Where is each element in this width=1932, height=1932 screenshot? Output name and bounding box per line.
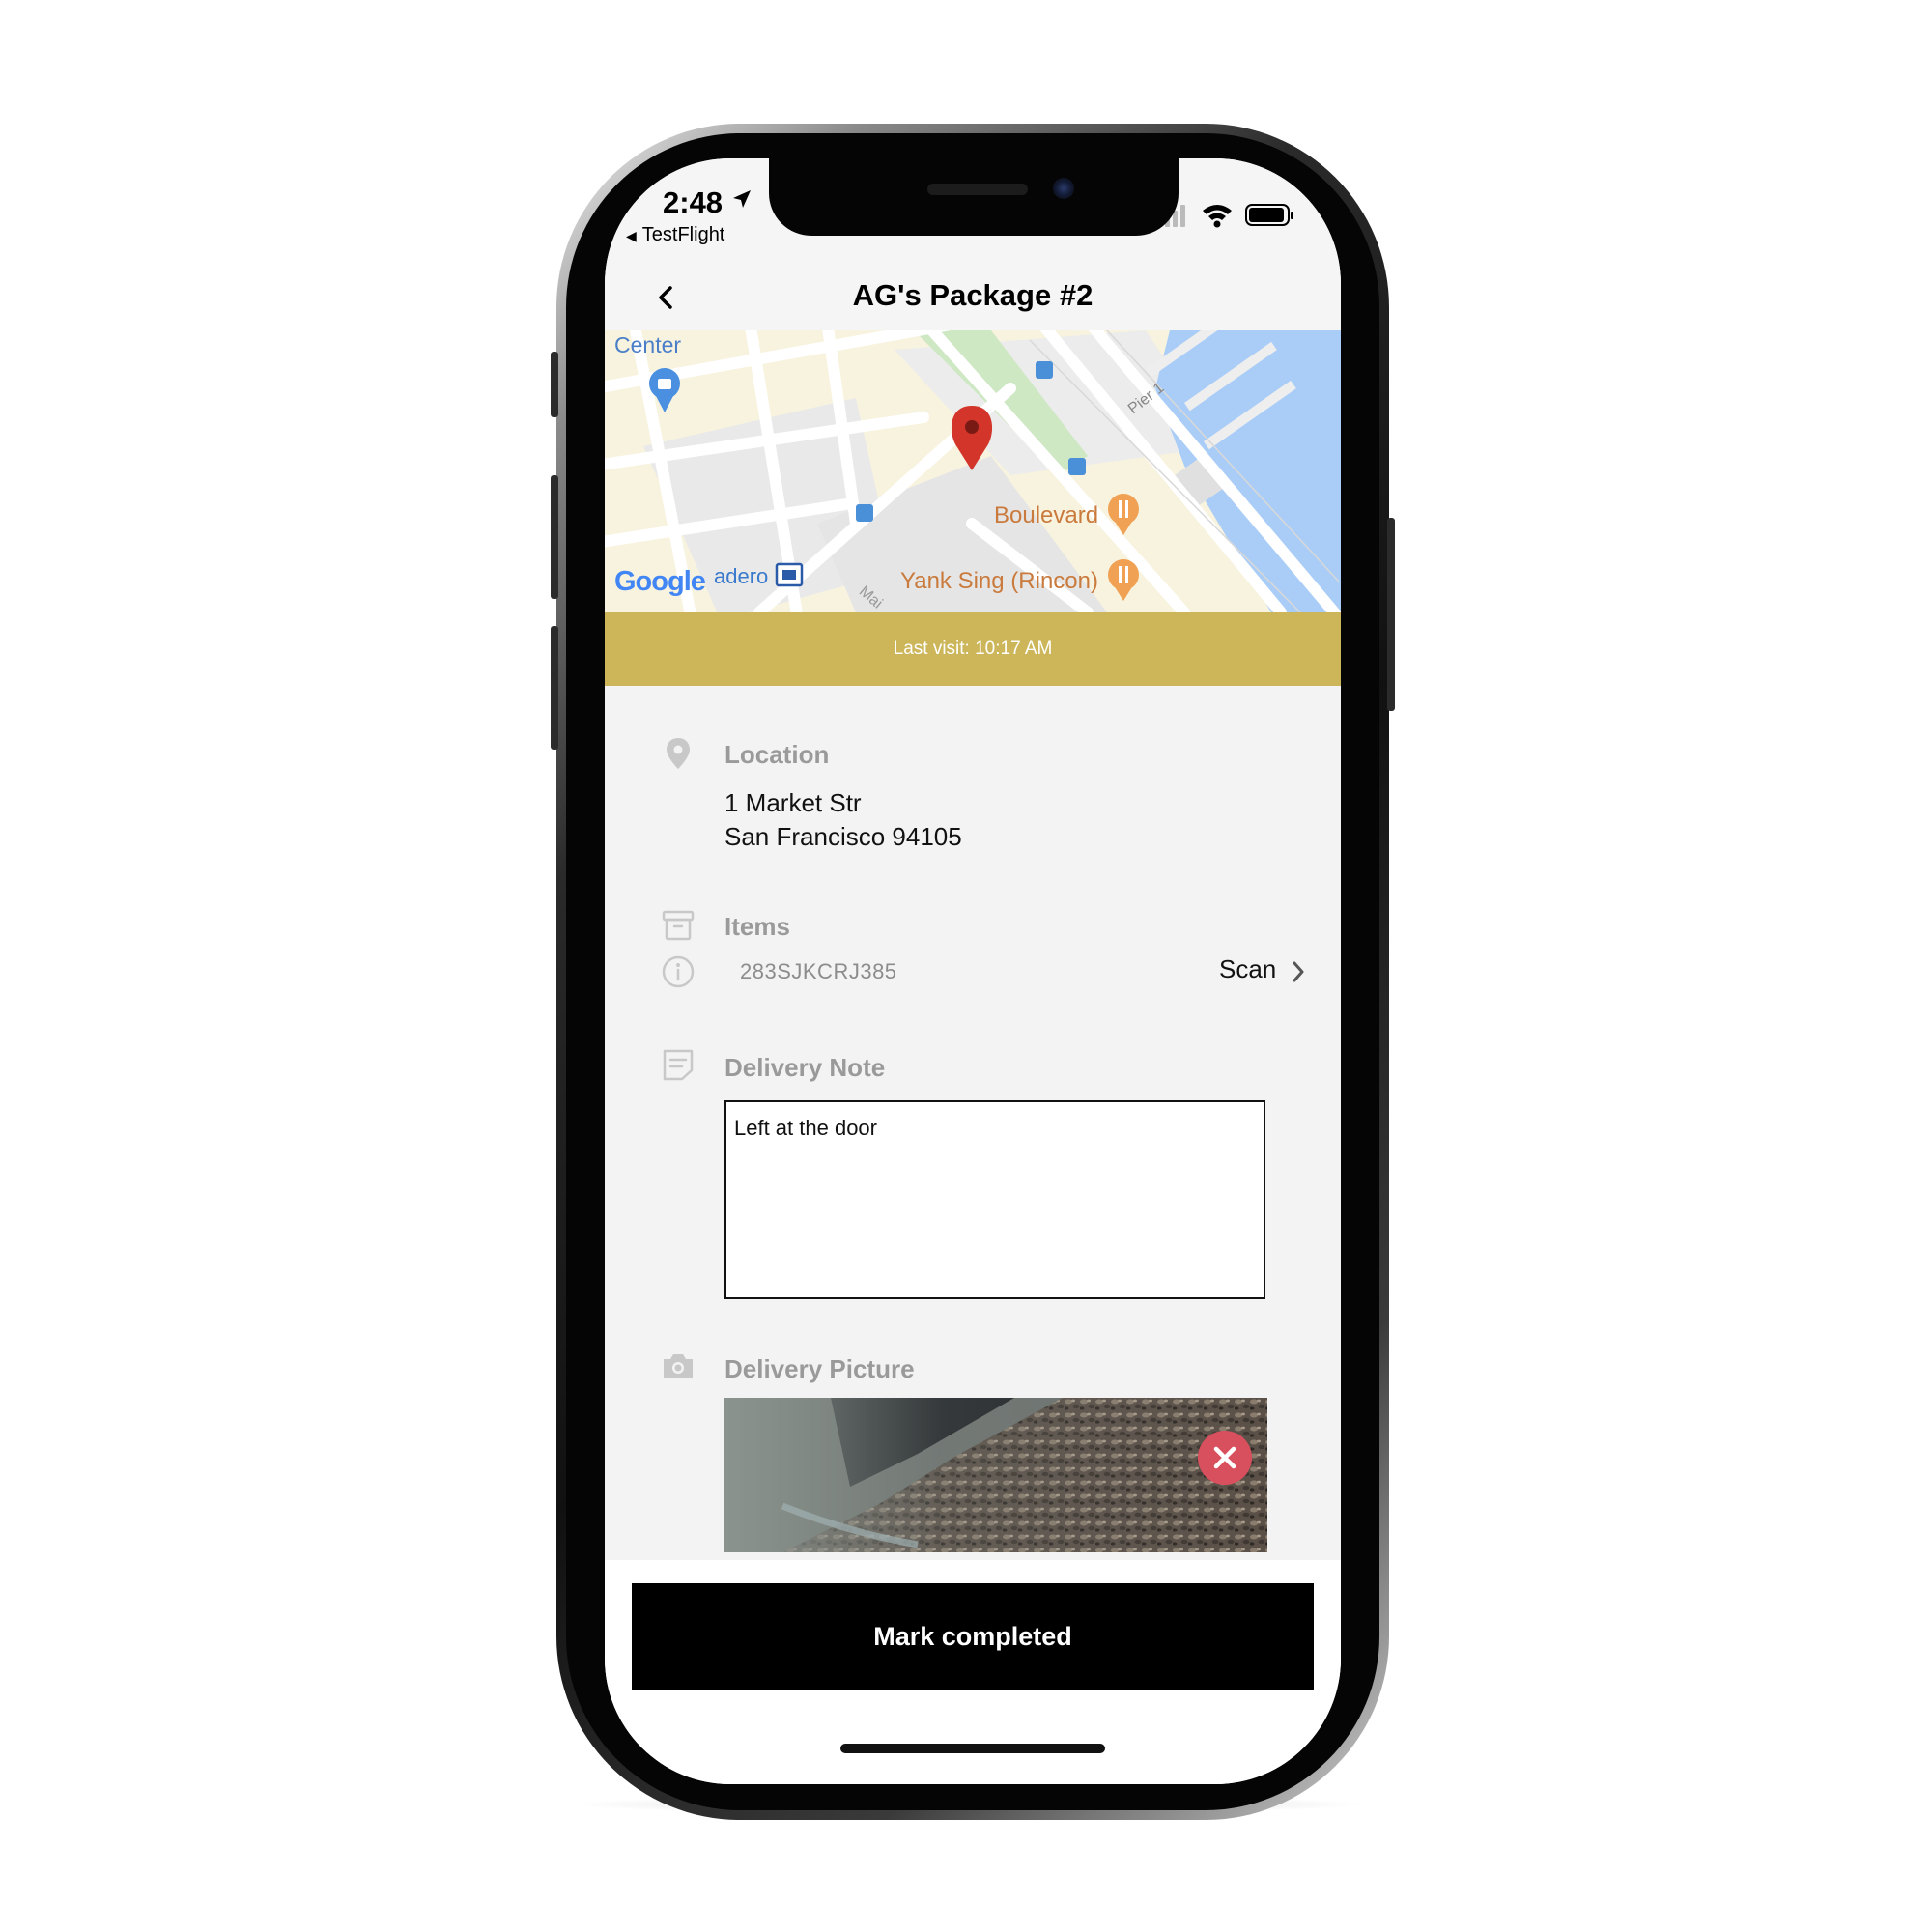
items-title: Items	[724, 912, 790, 941]
map-label-yank-sing: Yank Sing (Rincon)	[900, 568, 1098, 594]
mark-completed-button[interactable]: Mark completed	[632, 1583, 1314, 1690]
map-pin-icon	[667, 738, 690, 769]
address-line-2: San Francisco 94105	[724, 822, 962, 851]
earpiece-speaker	[927, 184, 1028, 195]
address-line-1: 1 Market Str	[724, 788, 862, 817]
home-indicator[interactable]	[840, 1744, 1105, 1753]
wifi-icon	[1203, 205, 1232, 228]
delivery-note-title: Delivery Note	[724, 1053, 886, 1082]
back-to-app-link[interactable]: ◀ TestFlight	[626, 224, 724, 246]
delivery-note-input[interactable]: Left at the door	[724, 1100, 1265, 1299]
location-title: Location	[724, 740, 830, 769]
volume-up-button	[551, 475, 558, 599]
volume-down-button	[551, 626, 558, 750]
item-code: 283SJKCRJ385	[740, 959, 897, 983]
status-icons	[1157, 204, 1293, 228]
power-button	[1387, 518, 1395, 711]
phone-screen: 2:48 ◀ TestFlight AG's Package #2 Center…	[605, 158, 1341, 1784]
notch	[769, 158, 1179, 236]
navigation-bar: AG's Package #2	[605, 265, 1341, 330]
back-triangle-icon: ◀	[626, 228, 637, 243]
bart-logo-icon	[775, 562, 804, 587]
map-label-boulevard: Boulevard	[994, 502, 1099, 528]
close-icon	[1213, 1446, 1236, 1469]
box-icon	[662, 910, 695, 941]
delivery-photo[interactable]	[724, 1398, 1267, 1552]
map-label-center: Center	[614, 332, 682, 357]
mute-switch	[551, 352, 558, 417]
delivery-photo-image	[724, 1398, 1267, 1552]
battery-icon	[1245, 204, 1293, 226]
back-app-label: TestFlight	[641, 224, 725, 245]
map-label-embarcadero: adero	[714, 564, 769, 588]
chevron-right-icon[interactable]	[1291, 960, 1306, 983]
note-icon	[663, 1049, 694, 1081]
status-time: 2:48	[663, 185, 724, 219]
scan-button[interactable]: Scan	[1219, 954, 1276, 984]
info-icon	[662, 955, 695, 988]
delivery-details: Location 1 Market Str San Francisco 9410…	[605, 686, 1341, 1560]
google-logo: Google	[614, 566, 706, 597]
camera-icon	[664, 1354, 693, 1378]
map-view[interactable]: Center Boulevard Yank Sing (Rincon) Pier…	[605, 330, 1341, 612]
remove-photo-button[interactable]	[1198, 1431, 1252, 1485]
page-title: AG's Package #2	[852, 278, 1094, 312]
location-arrow-icon	[733, 190, 751, 208]
last-visit-banner: Last visit: 10:17 AM	[605, 612, 1341, 686]
front-camera	[1053, 178, 1074, 199]
delivery-picture-title: Delivery Picture	[724, 1354, 915, 1383]
